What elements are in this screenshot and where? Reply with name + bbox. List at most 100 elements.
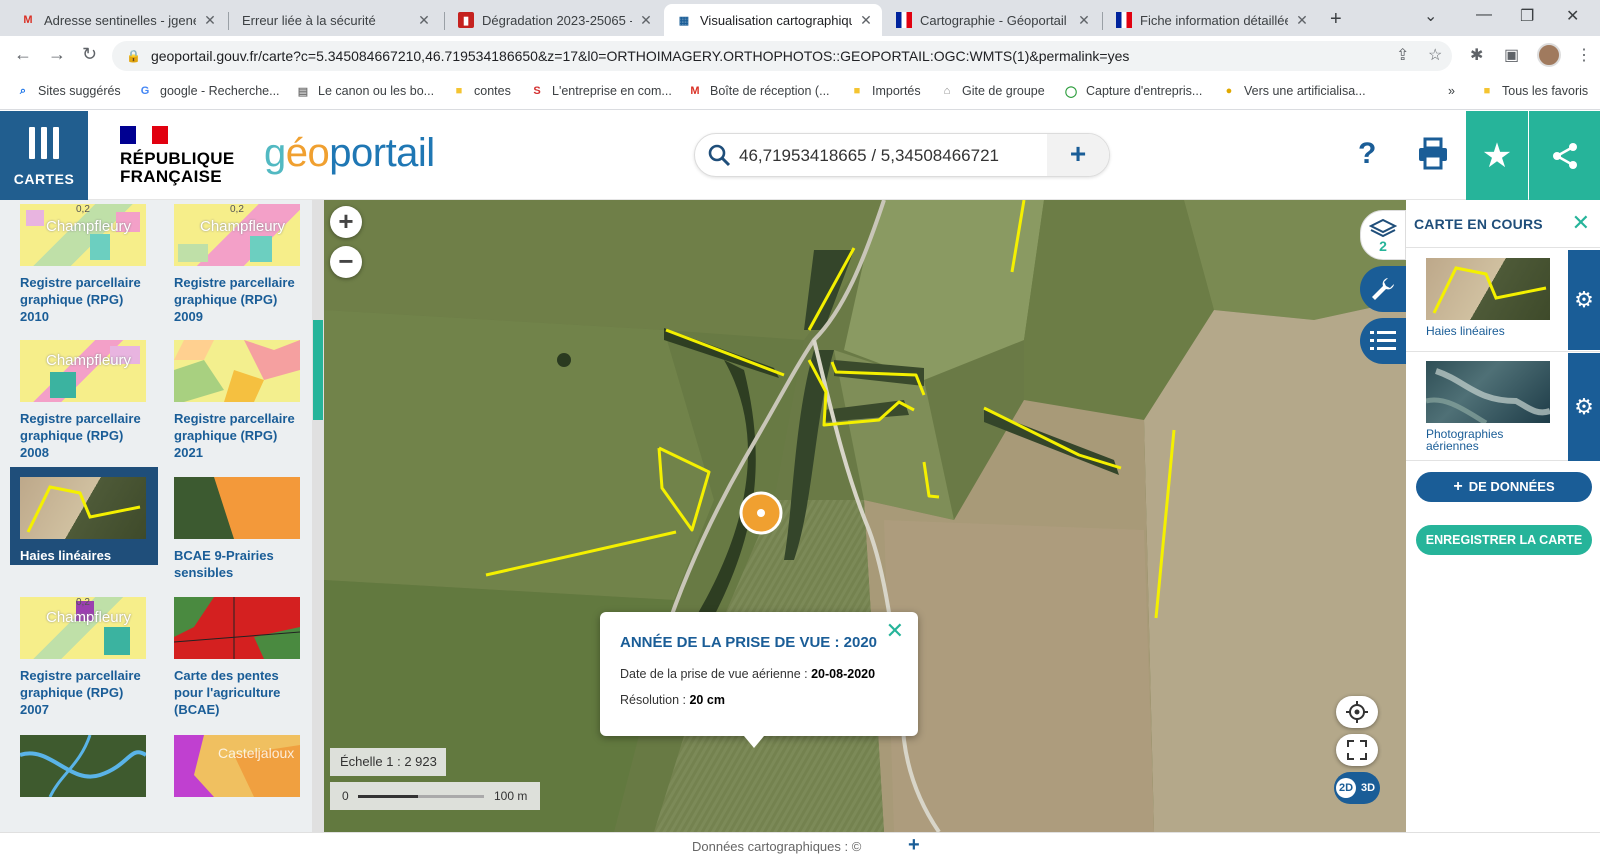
page-icon: ▤	[297, 85, 309, 98]
tools-button[interactable]	[1360, 266, 1406, 312]
catalog-item-rpg-2007[interactable]: Champfleury 0,2 Registre parcellaire gra…	[10, 597, 150, 725]
search-input[interactable]	[737, 144, 1037, 168]
bookmarks-overflow[interactable]: »	[1448, 84, 1455, 98]
share-icon	[1552, 142, 1577, 169]
forward-icon[interactable]: →	[48, 44, 66, 65]
tab-fiche-information[interactable]: Fiche information détaillée ✕	[1104, 4, 1318, 36]
bookmark-item[interactable]: ▤ Le canon ou les bo...	[296, 84, 434, 98]
close-icon[interactable]: ✕	[416, 12, 432, 29]
close-icon[interactable]: ✕	[1076, 12, 1092, 29]
catalog-item-haies-lineaires[interactable]: Haies linéaires	[10, 467, 158, 565]
doc-icon: ▮	[458, 12, 474, 28]
tab-search-icon[interactable]: ⌄	[1424, 6, 1437, 26]
expand-attribution-button[interactable]: +	[908, 834, 920, 857]
panel-header: CARTE EN COURS ✕	[1406, 200, 1600, 248]
bookmark-item[interactable]: ● Vers une artificialisa...	[1222, 84, 1366, 98]
share-button[interactable]	[1529, 111, 1600, 200]
map-layer-haies-lineaires[interactable]: Haies linéaires ⚙	[1406, 250, 1600, 352]
bookmark-folder[interactable]: ■ Importés	[850, 84, 921, 98]
bookmark-item[interactable]: S L'entreprise en com...	[530, 84, 671, 98]
close-icon[interactable]: ✕	[858, 12, 874, 29]
layer-thumbnail: Champfleury 0,2	[174, 204, 300, 266]
popup-resolution-row: Résolution : 20 cm	[620, 693, 725, 707]
catalog-scrollbar[interactable]	[312, 200, 324, 832]
tab-gmail[interactable]: M Adresse sentinelles - jgenev ✕	[8, 4, 226, 36]
zoom-in-button[interactable]: +	[330, 206, 362, 238]
map-layer-photographies-aeriennes[interactable]: Photographies aériennes ⚙	[1406, 353, 1600, 461]
new-tab-button[interactable]: +	[1330, 8, 1342, 31]
bookmark-item[interactable]: Ggoogle - Recherche...	[138, 84, 280, 98]
bookmark-item[interactable]: ◯ Capture d'entrepris...	[1064, 84, 1203, 98]
gear-icon: ⚙	[1574, 394, 1594, 419]
fullscreen-button[interactable]	[1336, 734, 1378, 766]
close-icon[interactable]: ✕	[638, 12, 654, 29]
tab-visualisation[interactable]: ▦ Visualisation cartographiqu ✕	[664, 4, 882, 36]
layer-thumbnail	[1426, 361, 1550, 423]
folder-icon: ■	[853, 85, 861, 97]
save-map-button[interactable]: ENREGISTRER LA CARTE	[1416, 525, 1592, 555]
help-button[interactable]: ?	[1358, 137, 1376, 171]
folder-icon: ■	[455, 85, 463, 97]
extensions-icon[interactable]: ✱	[1470, 45, 1483, 65]
tab-cartographie[interactable]: Cartographie - Géoportail d ✕	[884, 4, 1100, 36]
search-icon[interactable]	[707, 143, 731, 167]
catalog-icon	[0, 127, 88, 159]
profile-avatar[interactable]	[1537, 43, 1561, 67]
advanced-search-button[interactable]: +	[1047, 134, 1109, 176]
tab-degradation[interactable]: ▮ Dégradation 2023-25065 - ✕	[446, 4, 662, 36]
layer-thumbnail: Casteljaloux	[174, 735, 300, 797]
layer-settings-button[interactable]: ⚙	[1568, 353, 1600, 461]
restore-icon[interactable]: ❐	[1520, 6, 1534, 26]
layer-settings-button[interactable]: ⚙	[1568, 250, 1600, 350]
menu-kebab-icon[interactable]: ⋮	[1576, 45, 1592, 65]
layer-thumbnail: Champfleury	[20, 340, 146, 402]
catalog-item-casteljaloux[interactable]: Casteljaloux	[164, 735, 304, 832]
tab-security-error[interactable]: Erreur liée à la sécurité ✕	[230, 4, 440, 36]
layers-button[interactable]: 2	[1360, 210, 1406, 260]
house-icon: ⌂	[943, 85, 951, 97]
close-icon[interactable]: ✕	[1572, 210, 1590, 236]
window-close-icon[interactable]: ✕	[1566, 6, 1579, 26]
address-bar[interactable]: 🔒 geoportail.gouv.fr/carte?c=5.345084667…	[112, 41, 1452, 71]
print-icon[interactable]	[1418, 137, 1448, 171]
3d-option[interactable]: 3D	[1358, 778, 1378, 798]
map-footer: Données cartographiques : © +	[0, 832, 1600, 858]
back-icon[interactable]: ←	[14, 44, 32, 65]
bookmark-item[interactable]: M Boîte de réception (...	[688, 84, 829, 98]
location-marker-icon[interactable]	[738, 490, 784, 536]
close-icon[interactable]: ✕	[202, 12, 218, 29]
zoom-out-button[interactable]: −	[330, 246, 362, 278]
catalog-item-rpg-2008[interactable]: Champfleury Registre parcellaire graphiq…	[10, 340, 150, 468]
gear-icon: ⚙	[1574, 287, 1594, 312]
favorites-star-button[interactable]: ★	[1466, 111, 1528, 200]
map-catalog-panel: Champfleury 0,2 Registre parcellaire gra…	[0, 200, 324, 832]
legend-button[interactable]	[1360, 318, 1406, 364]
geolocate-button[interactable]	[1336, 696, 1378, 728]
geoportail-logo[interactable]: géoportail	[264, 131, 435, 176]
add-data-button[interactable]: + DE DONNÉES	[1416, 472, 1592, 502]
emoji-icon: ●	[1225, 85, 1233, 97]
toggle-2d-3d-button[interactable]: 2D 3D	[1334, 772, 1380, 804]
minimize-icon[interactable]: —	[1476, 6, 1492, 24]
all-bookmarks-folder[interactable]: ■ Tous les favoris	[1480, 84, 1588, 98]
catalog-item-rpg-2009[interactable]: Champfleury 0,2 Registre parcellaire gra…	[164, 204, 304, 332]
reload-icon[interactable]: ↻	[82, 44, 97, 65]
catalog-item-pentes-agriculture[interactable]: Carte des pentes pour l'agriculture (BCA…	[164, 597, 304, 725]
close-icon[interactable]: ✕	[1294, 12, 1310, 29]
catalog-item-rpg-2010[interactable]: Champfleury 0,2 Registre parcellaire gra…	[10, 204, 150, 332]
bookmark-star-icon[interactable]: ☆	[1428, 45, 1442, 65]
catalog-item-hydrography[interactable]	[10, 735, 150, 832]
catalog-item-rpg-2021[interactable]: Registre parcellaire graphique (RPG) 202…	[164, 340, 304, 468]
bookmark-folder[interactable]: ■ contes	[452, 84, 511, 98]
share-page-icon[interactable]: ⇪	[1396, 45, 1409, 65]
2d-option[interactable]: 2D	[1336, 778, 1356, 798]
close-icon[interactable]: ✕	[886, 618, 904, 644]
side-panel-icon[interactable]: ▣	[1504, 45, 1519, 65]
layer-thumbnail	[20, 735, 146, 797]
map-view[interactable]: + − ✕ ANNÉE DE LA PRISE DE VUE : 2020 Da…	[324, 200, 1406, 832]
lock-icon: 🔒	[126, 49, 141, 63]
cartes-menu-button[interactable]: CARTES	[0, 111, 88, 200]
catalog-item-bcae9-prairies[interactable]: BCAE 9-Prairies sensibles	[164, 477, 304, 605]
bookmark-item[interactable]: ⌕ Sites suggérés	[16, 84, 121, 98]
bookmark-item[interactable]: ⌂ Gite de groupe	[940, 84, 1045, 98]
